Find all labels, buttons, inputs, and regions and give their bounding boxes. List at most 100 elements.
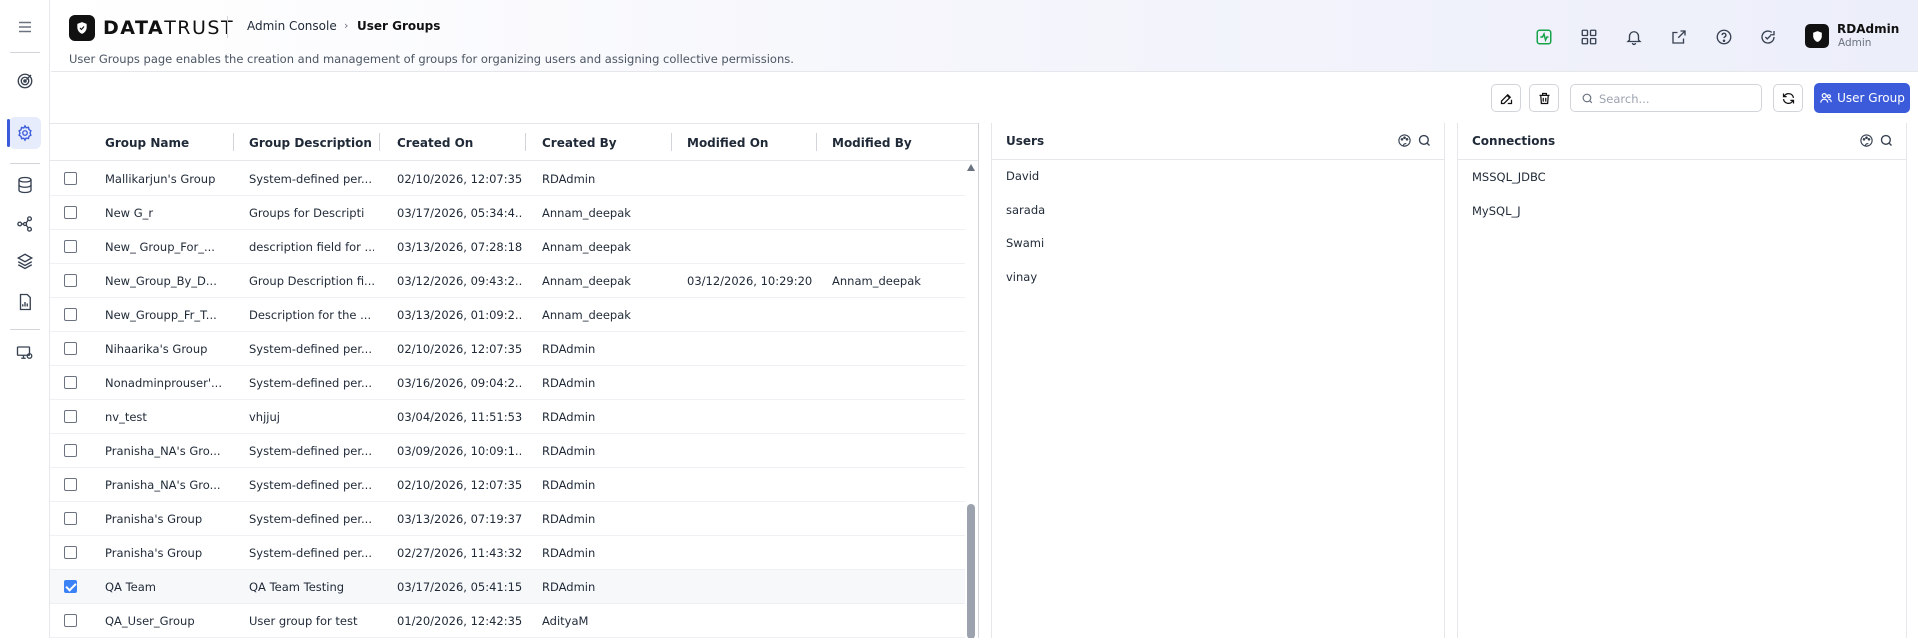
report-icon[interactable] <box>9 286 41 318</box>
layers-icon[interactable] <box>9 245 41 277</box>
row-checkbox[interactable] <box>64 274 77 287</box>
table-row[interactable]: Pranisha's Group System-defined per... 03/… <box>50 502 965 536</box>
bell-icon[interactable] <box>1623 26 1645 48</box>
table-row[interactable]: QA Team QA Team Testing 03/17/2026, 05:41:… <box>50 570 965 604</box>
cell-created-by: Annam_deepak <box>542 240 631 254</box>
table-scrollbar[interactable] <box>966 164 976 638</box>
scroll-up-arrow-icon[interactable] <box>967 164 975 171</box>
table-row[interactable]: Pranisha_NA's Gro... System-defined per..… <box>50 468 965 502</box>
row-checkbox[interactable] <box>64 478 77 491</box>
column-resizer[interactable] <box>379 133 380 151</box>
cell-created-on: 03/04/2026, 11:51:53... <box>397 410 522 424</box>
column-header-created-on[interactable]: Created On <box>397 136 473 150</box>
row-checkbox[interactable] <box>64 342 77 355</box>
menu-icon[interactable] <box>9 11 41 43</box>
user-item[interactable]: Swami <box>1006 236 1044 250</box>
row-checkbox[interactable] <box>64 512 77 525</box>
panel-gap <box>1448 123 1456 638</box>
table-row[interactable]: New_Groupp_Fr_T... Description for the ..… <box>50 298 965 332</box>
target-icon[interactable] <box>9 65 41 97</box>
table-row[interactable]: Nonadminprouser'... System-defined per...… <box>50 366 965 400</box>
column-resizer[interactable] <box>671 133 672 151</box>
row-checkbox[interactable] <box>64 308 77 321</box>
cell-created-on: 03/13/2026, 07:19:37... <box>397 512 522 526</box>
table-row[interactable]: QA_User_Group User group for test 01/20/20… <box>50 604 965 638</box>
column-header-modified-by[interactable]: Modified By <box>832 136 912 150</box>
column-resizer[interactable] <box>525 133 526 151</box>
cell-created-by: RDAdmin <box>542 410 596 424</box>
row-checkbox[interactable] <box>64 410 77 423</box>
users-panel: Users David sarada Swami vinay <box>991 123 1445 638</box>
column-header-created-by[interactable]: Created By <box>542 136 617 150</box>
column-header-modified-on[interactable]: Modified On <box>687 136 768 150</box>
cell-created-on: 02/10/2026, 12:07:35... <box>397 478 522 492</box>
row-checkbox[interactable] <box>64 444 77 457</box>
search-box[interactable] <box>1570 84 1762 112</box>
palette-icon[interactable] <box>1859 133 1874 148</box>
cell-created-on: 03/13/2026, 01:09:2... <box>397 308 522 322</box>
search-icon[interactable] <box>1417 133 1432 148</box>
network-nodes-icon[interactable] <box>9 208 41 240</box>
table-row[interactable]: Mallikarjun's Group System-defined per...… <box>50 162 965 196</box>
logo[interactable]: DATATRUST <box>69 15 234 41</box>
user-name[interactable]: RDAdmin <box>1837 22 1899 36</box>
cell-group-name: QA Team <box>105 580 156 594</box>
user-avatar[interactable] <box>1805 24 1829 48</box>
table-row[interactable]: Nihaarika's Group System-defined per... 02… <box>50 332 965 366</box>
cell-group-description: System-defined per... <box>249 376 372 390</box>
activity-icon[interactable] <box>1533 26 1555 48</box>
external-link-icon[interactable] <box>1668 26 1690 48</box>
table-row[interactable]: New G_r Groups for Descripti 03/17/2026, 0… <box>50 196 965 230</box>
scrollbar-thumb[interactable] <box>967 504 975 638</box>
palette-icon[interactable] <box>1397 133 1412 148</box>
grid-icon[interactable] <box>1578 26 1600 48</box>
connection-item[interactable]: MSSQL_JDBC <box>1472 170 1546 184</box>
search-input[interactable] <box>1599 89 1754 108</box>
column-header-group-name[interactable]: Group Name <box>105 136 189 150</box>
rail-divider <box>10 163 40 164</box>
breadcrumb-separator: › <box>344 19 349 32</box>
column-resizer[interactable] <box>816 133 817 151</box>
row-checkbox[interactable] <box>64 580 77 593</box>
user-item[interactable]: David <box>1006 169 1039 183</box>
cell-created-by: Annam_deepak <box>542 274 631 288</box>
refresh-button[interactable] <box>1773 84 1803 112</box>
monitor-settings-icon[interactable] <box>9 337 41 369</box>
row-checkbox[interactable] <box>64 614 77 627</box>
user-item[interactable]: sarada <box>1006 203 1045 217</box>
row-checkbox[interactable] <box>64 376 77 389</box>
column-header-group-description[interactable]: Group Description <box>249 136 372 150</box>
cell-group-name: New G_r <box>105 206 154 220</box>
table-row[interactable]: Pranisha's Group System-defined per... 02/… <box>50 536 965 570</box>
row-checkbox[interactable] <box>64 546 77 559</box>
row-checkbox[interactable] <box>64 206 77 219</box>
edit-button[interactable] <box>1491 84 1521 112</box>
help-icon[interactable] <box>1713 26 1735 48</box>
cell-group-description: System-defined per... <box>249 546 372 560</box>
row-checkbox[interactable] <box>64 172 77 185</box>
row-checkbox[interactable] <box>64 240 77 253</box>
delete-button[interactable] <box>1529 84 1559 112</box>
cell-group-description: Group Description fi... <box>249 274 374 288</box>
database-icon[interactable] <box>9 169 41 201</box>
table-row[interactable]: New_ Group_For_... description field for … <box>50 230 965 264</box>
header-divider <box>227 16 228 38</box>
search-icon[interactable] <box>1879 133 1894 148</box>
rail-divider <box>10 329 40 330</box>
panel-splitter[interactable] <box>978 123 979 638</box>
add-user-group-button[interactable]: User Group <box>1814 83 1910 113</box>
column-resizer[interactable] <box>233 133 234 151</box>
active-nav-indicator <box>7 119 10 147</box>
connection-item[interactable]: MySQL_J <box>1472 204 1521 218</box>
table-row[interactable]: New_Group_By_D... Group Description fi...… <box>50 264 965 298</box>
table-row[interactable]: nv_test vhjjuj 03/04/2026, 11:51:53... RDAd… <box>50 400 965 434</box>
refresh-icon <box>1782 92 1794 104</box>
cell-created-on: 02/27/2026, 11:43:32... <box>397 546 522 560</box>
settings-gear-icon[interactable] <box>9 117 41 149</box>
refresh-check-icon[interactable] <box>1757 26 1779 48</box>
user-item[interactable]: vinay <box>1006 270 1037 284</box>
breadcrumb-admin-console[interactable]: Admin Console <box>247 19 337 33</box>
cell-created-by: RDAdmin <box>542 478 596 492</box>
table-row[interactable]: Pranisha_NA's Gro... System-defined per..… <box>50 434 965 468</box>
cell-created-on: 03/13/2026, 07:28:18... <box>397 240 522 254</box>
